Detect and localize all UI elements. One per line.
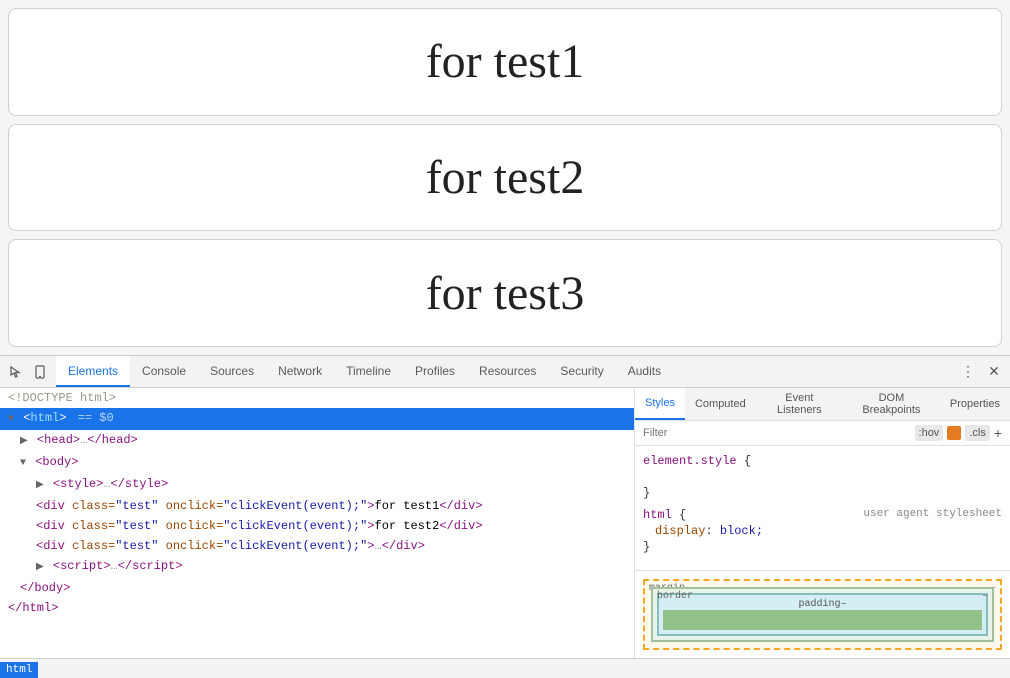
- close-devtools-button[interactable]: ✕: [982, 360, 1006, 384]
- tab-audits[interactable]: Audits: [616, 356, 673, 387]
- filter-cls-button[interactable]: .cls: [965, 425, 990, 441]
- css-empty-line: [643, 468, 1002, 486]
- body-expand-arrow[interactable]: ▼: [20, 458, 26, 469]
- devtools-toolbar: Elements Console Sources Network Timelin…: [0, 356, 1010, 388]
- css-close-brace-html: }: [643, 540, 1002, 554]
- browser-page: for test1 for test2 for test3: [0, 0, 1010, 355]
- styles-content: element.style { } html { user agent styl…: [635, 446, 1010, 570]
- tab-console[interactable]: Console: [130, 356, 198, 387]
- elements-panel[interactable]: <!DOCTYPE html> ▼ <html> == $0 ▶ <head>……: [0, 388, 635, 658]
- body-close-row[interactable]: </body>: [0, 578, 634, 598]
- styles-panel: Styles Computed Event Listeners DOM Brea…: [635, 388, 1010, 658]
- div2-row[interactable]: <div class="test" onclick="clickEvent(ev…: [0, 516, 634, 536]
- css-close-brace-element: }: [643, 486, 1002, 500]
- box-model: margin – border – padding–: [635, 570, 1010, 658]
- script-tag: <script>: [53, 559, 111, 573]
- devtools-tabs: Elements Console Sources Network Timelin…: [56, 356, 956, 387]
- style-row[interactable]: ▶ <style>…</style>: [0, 474, 634, 496]
- padding-label: padding–: [798, 599, 846, 610]
- script-row[interactable]: ▶ <script>…</script>: [0, 556, 634, 578]
- div1-row[interactable]: <div class="test" onclick="clickEvent(ev…: [0, 496, 634, 516]
- head-tag: <head>: [37, 433, 80, 447]
- box-model-border: border – padding–: [651, 587, 994, 642]
- style-expand-arrow[interactable]: ▶: [36, 480, 44, 491]
- test-box-1-text: for test1: [426, 34, 585, 89]
- filter-dot-icon: [947, 426, 961, 440]
- style-tag: <style>: [53, 477, 103, 491]
- tab-resources[interactable]: Resources: [467, 356, 548, 387]
- html-close-tag: </html>: [8, 601, 58, 615]
- devtools-bottom-bar: html: [0, 658, 1010, 678]
- tab-sources[interactable]: Sources: [198, 356, 266, 387]
- inspect-element-button[interactable]: [4, 360, 28, 384]
- css-rule-html: html { user agent stylesheet display: bl…: [643, 508, 1002, 554]
- devtools-panel: Elements Console Sources Network Timelin…: [0, 355, 1010, 678]
- css-source-label: user agent stylesheet: [863, 508, 1002, 522]
- styles-tab-dom-breakpoints[interactable]: DOM Breakpoints: [843, 388, 940, 420]
- styles-tab-event-listeners[interactable]: Event Listeners: [756, 388, 843, 420]
- body-open-tag: <body>: [35, 455, 78, 469]
- script-expand-arrow[interactable]: ▶: [36, 562, 44, 573]
- css-selector-element-style: element.style {: [643, 454, 1002, 468]
- border-value: –: [982, 591, 988, 602]
- tab-timeline[interactable]: Timeline: [334, 356, 403, 387]
- div1-tag-open: <div: [36, 499, 72, 513]
- div3-row[interactable]: <div class="test" onclick="clickEvent(ev…: [0, 536, 634, 556]
- css-selector-html: html { user agent stylesheet: [643, 508, 1002, 522]
- html-row[interactable]: ▼ <html> == $0: [0, 408, 634, 430]
- styles-tab-styles[interactable]: Styles: [635, 388, 685, 420]
- box-model-padding: padding–: [657, 593, 988, 636]
- test-box-2-text: for test2: [426, 150, 585, 205]
- more-options-button[interactable]: ⋮: [956, 360, 980, 384]
- css-prop-display[interactable]: display: block;: [643, 522, 1002, 540]
- html-tag-close: >: [59, 411, 66, 425]
- doctype-row[interactable]: <!DOCTYPE html>: [0, 388, 634, 408]
- devtools-toolbar-right: ⋮ ✕: [956, 360, 1006, 384]
- styles-tab-properties[interactable]: Properties: [940, 388, 1010, 420]
- box-model-center: [663, 610, 982, 630]
- device-mode-button[interactable]: [28, 360, 52, 384]
- styles-filter-input[interactable]: [643, 427, 911, 439]
- tab-elements[interactable]: Elements: [56, 356, 130, 387]
- test-box-3: for test3: [8, 239, 1002, 347]
- test-box-2: for test2: [8, 124, 1002, 232]
- div3-tag-open: <div: [36, 539, 72, 553]
- tab-profiles[interactable]: Profiles: [403, 356, 467, 387]
- body-close-tag: </body>: [20, 581, 70, 595]
- filter-add-button[interactable]: +: [994, 425, 1002, 441]
- html-tag-name: html: [30, 411, 59, 425]
- styles-tab-computed[interactable]: Computed: [685, 388, 756, 420]
- test-box-3-text: for test3: [426, 266, 585, 321]
- head-row[interactable]: ▶ <head>…</head>: [0, 430, 634, 452]
- html-close-row[interactable]: </html>: [0, 598, 634, 618]
- devtools-main: <!DOCTYPE html> ▼ <html> == $0 ▶ <head>……: [0, 388, 1010, 658]
- html-breadcrumb-badge[interactable]: html: [0, 662, 38, 678]
- test-box-1: for test1: [8, 8, 1002, 116]
- head-expand-arrow[interactable]: ▶: [20, 436, 28, 447]
- css-rule-element-style: element.style { }: [643, 454, 1002, 500]
- filter-hov-button[interactable]: :hov: [915, 425, 944, 441]
- body-open-row[interactable]: ▼ <body>: [0, 452, 634, 474]
- doctype-text: <!DOCTYPE html>: [8, 391, 116, 405]
- styles-filter-bar: :hov .cls +: [635, 421, 1010, 446]
- box-model-margin: margin – border – padding–: [643, 579, 1002, 650]
- html-expand-arrow[interactable]: ▼: [8, 414, 14, 425]
- div2-tag-open: <div: [36, 519, 72, 533]
- styles-tabs: Styles Computed Event Listeners DOM Brea…: [635, 388, 1010, 421]
- tab-network[interactable]: Network: [266, 356, 334, 387]
- html-equals: == $0: [78, 411, 114, 425]
- border-label: border: [657, 591, 693, 602]
- tab-security[interactable]: Security: [548, 356, 615, 387]
